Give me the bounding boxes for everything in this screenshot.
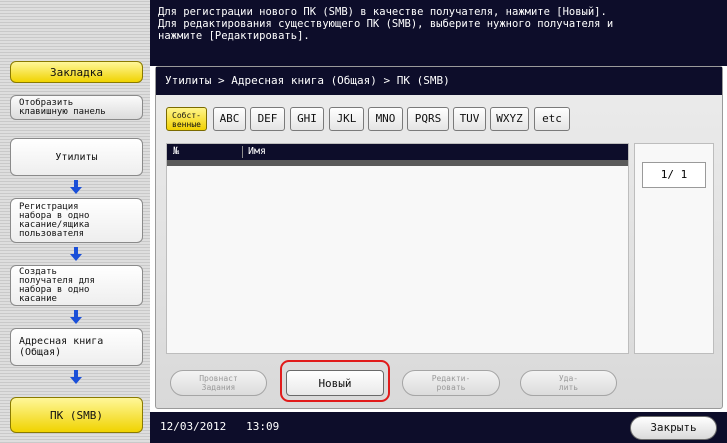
column-divider — [242, 146, 243, 158]
show-keyboard-label: Отобразить клавишную панель — [19, 97, 106, 117]
date-time: 12/03/2012 13:09 — [160, 420, 279, 434]
time-value: 13:09 — [246, 420, 280, 433]
tab-ghi[interactable]: GHI — [290, 107, 324, 131]
step-address-book[interactable]: Адресная книга (Общая) — [10, 328, 143, 366]
new-button-highlight — [280, 360, 390, 402]
list-header: № Имя — [167, 144, 628, 166]
tab-tuv[interactable]: TUV — [453, 107, 486, 131]
instruction-message: Для регистрации нового ПК (SMB) в качест… — [150, 0, 727, 66]
tab-etc[interactable]: etc — [534, 107, 570, 131]
main-panel: Утилиты > Адресная книга (Общая) > ПК (S… — [155, 66, 723, 409]
step-pc-smb[interactable]: ПК (SMB) — [10, 397, 143, 433]
step-registration[interactable]: Регистрация набора в одно касание/ящика … — [10, 198, 143, 243]
down-arrow-icon — [70, 370, 82, 384]
bookmark-button[interactable]: Закладка — [10, 61, 143, 83]
date-value: 12/03/2012 — [160, 420, 227, 433]
step-create-recipient[interactable]: Создать получателя для набора в одно кас… — [10, 265, 143, 306]
screen: Закладка Отобразить клавишную панель Ути… — [0, 0, 727, 443]
down-arrow-icon — [70, 180, 82, 194]
show-keyboard-button[interactable]: Отобразить клавишную панель — [10, 95, 143, 120]
bookmark-label: Закладка — [50, 65, 103, 79]
tab-def[interactable]: DEF — [250, 107, 285, 131]
column-number: № — [173, 146, 180, 157]
edit-button[interactable]: Редакти- ровать — [402, 370, 500, 396]
down-arrow-icon — [70, 247, 82, 261]
close-button[interactable]: Закрыть — [630, 416, 717, 440]
step-utilities[interactable]: Утилиты — [10, 138, 143, 176]
breadcrumb: Утилиты > Адресная книга (Общая) > ПК (S… — [156, 67, 722, 95]
page-counter: 1/ 1 — [642, 162, 706, 188]
left-panel: Закладка Отобразить клавишную панель Ути… — [0, 0, 150, 443]
tab-pqrs[interactable]: PQRS — [407, 107, 449, 131]
tab-own[interactable]: Собст- венные — [166, 107, 207, 131]
step-create-recipient-label: Создать получателя для набора в одно кас… — [19, 266, 95, 304]
tab-jkl[interactable]: JKL — [329, 107, 364, 131]
list-header-strip — [167, 160, 628, 166]
step-address-book-label: Адресная книга (Общая) — [19, 336, 104, 358]
tab-abc[interactable]: ABC — [213, 107, 246, 131]
step-pc-smb-label: ПК (SMB) — [50, 408, 103, 422]
check-job-button[interactable]: Провнаст Задания — [170, 370, 267, 396]
step-utilities-label: Утилиты — [55, 151, 98, 163]
delete-button[interactable]: Уда- лить — [520, 370, 617, 396]
down-arrow-icon — [70, 310, 82, 324]
status-bar: 12/03/2012 13:09 Закрыть — [150, 412, 727, 443]
tab-wxyz[interactable]: WXYZ — [490, 107, 529, 131]
tab-mno[interactable]: MNO — [368, 107, 403, 131]
column-name: Имя — [248, 146, 267, 157]
step-registration-label: Регистрация набора в одно касание/ящика … — [19, 201, 90, 239]
pager-panel: 1/ 1 — [634, 143, 714, 354]
recipient-list[interactable]: № Имя — [166, 143, 629, 354]
